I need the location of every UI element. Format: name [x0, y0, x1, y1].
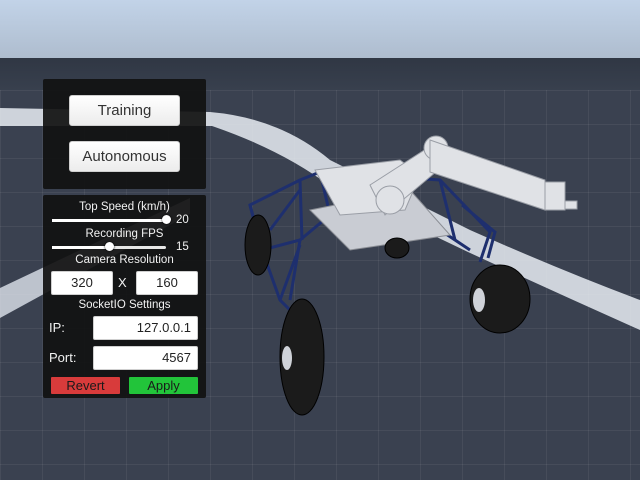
top-speed-slider-handle[interactable]: [162, 215, 171, 224]
settings-panel: Top Speed (km/h) 20 Recording FPS 15 Cam…: [43, 195, 206, 398]
wheel-hub-right: [473, 288, 485, 312]
revert-button[interactable]: Revert: [51, 377, 120, 394]
autonomous-button[interactable]: Autonomous: [69, 141, 180, 172]
socketio-settings-label: SocketIO Settings: [78, 299, 171, 311]
mode-select-panel: Training Autonomous: [43, 79, 206, 189]
port-field[interactable]: 4567: [93, 346, 198, 370]
ip-label: IP:: [49, 320, 65, 335]
top-speed-slider[interactable]: [52, 215, 171, 224]
resolution-separator: X: [118, 275, 127, 290]
training-button[interactable]: Training: [69, 95, 180, 126]
camera-resolution-label: Camera Resolution: [75, 254, 174, 266]
port-label: Port:: [49, 350, 77, 365]
camera-width-field[interactable]: 320: [51, 271, 113, 295]
ip-field[interactable]: 127.0.0.1: [93, 316, 198, 340]
top-speed-value: 20: [176, 214, 189, 226]
wheel-hub: [282, 346, 292, 370]
recording-fps-value: 15: [176, 241, 189, 253]
camera-height-field[interactable]: 160: [136, 271, 198, 295]
recording-fps-slider-handle[interactable]: [105, 242, 114, 251]
recording-fps-label: Recording FPS: [85, 228, 164, 240]
top-speed-slider-fill: [52, 219, 166, 222]
recording-fps-slider-fill: [52, 246, 109, 249]
top-speed-label: Top Speed (km/h): [79, 201, 170, 213]
apply-button[interactable]: Apply: [129, 377, 198, 394]
recording-fps-slider[interactable]: [52, 242, 166, 251]
